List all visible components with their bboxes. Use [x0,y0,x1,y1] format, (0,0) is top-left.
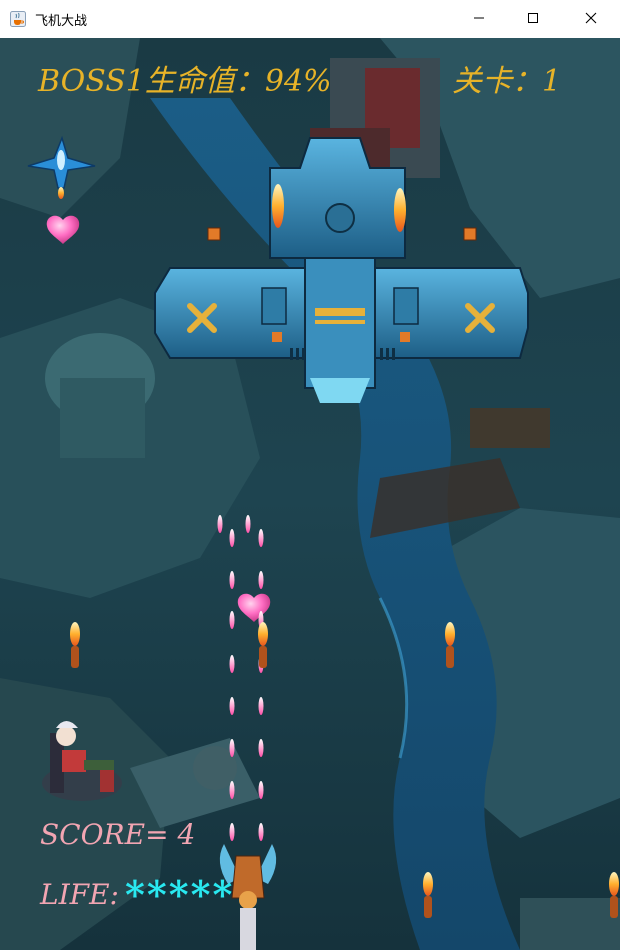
maximize-button[interactable] [504,0,562,36]
level-indicator: 关卡：1 [452,56,561,100]
java-cup-icon [9,10,27,28]
life-stars: ***** [124,872,235,917]
close-icon [585,12,597,24]
minimize-icon [474,17,484,19]
maximize-icon [528,13,538,23]
close-button[interactable] [562,0,620,36]
life-indicator: LIFE: ***** [40,868,234,917]
level-label: 关卡： [452,64,542,99]
game-canvas[interactable]: BOSS1生命值：94% 关卡：1 SCORE= 4 LIFE: ***** [0,38,620,950]
window-title: 飞机大战 [35,13,88,29]
minimize-button[interactable] [450,0,508,36]
level-value: 1 [542,64,562,99]
game-scene [0,38,620,950]
score-label: SCORE= 4 [40,818,196,851]
game-window: 飞机大战 BOSS1生命值：94% 关卡：1 SCORE= 4 LIFE: **… [0,0,625,950]
life-label: LIFE: [40,878,119,911]
title-bar[interactable]: 飞机大战 [0,0,625,38]
boss-hp-label: BOSS1生命值：94% [38,64,332,99]
